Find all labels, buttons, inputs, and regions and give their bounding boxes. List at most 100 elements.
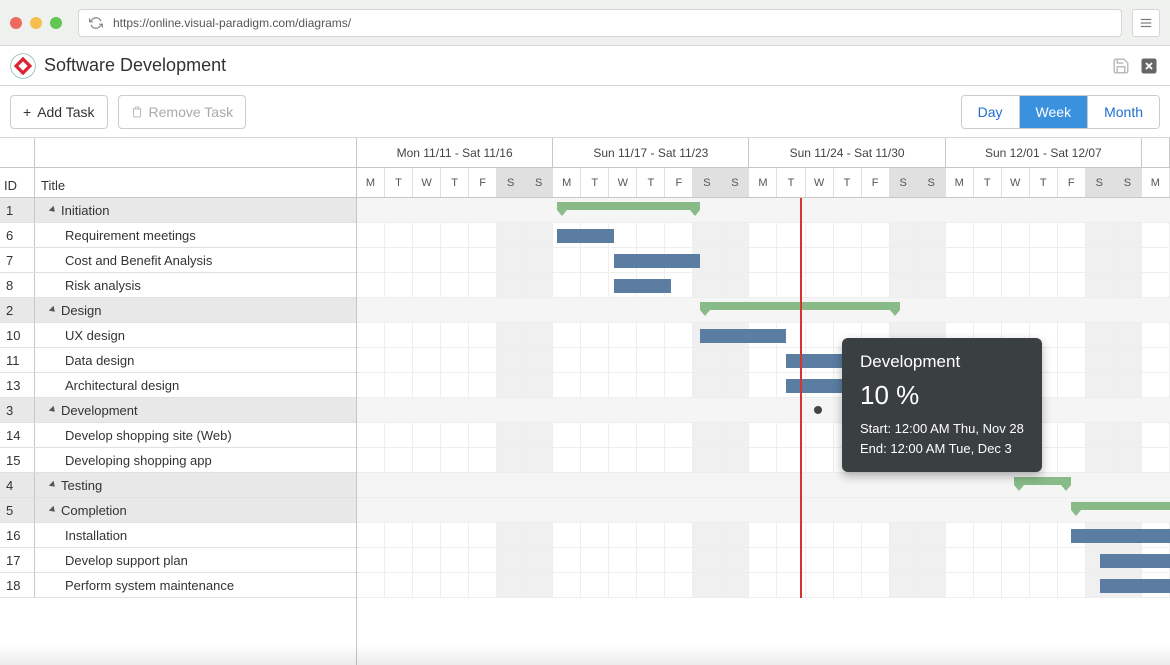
traffic-lights [10,17,62,29]
task-bar[interactable] [614,279,671,293]
day-header: S [918,168,946,197]
day-header: W [1002,168,1030,197]
group-bar[interactable] [1014,477,1071,485]
day-header: T [581,168,609,197]
timeline-row [357,473,1170,498]
task-list-panel: ID Title 1Initiation6Requirement meeting… [0,138,357,665]
task-row[interactable]: 13Architectural design [0,373,356,398]
task-title: Architectural design [35,373,356,397]
collapse-icon[interactable] [49,306,57,314]
day-header: S [890,168,918,197]
day-header: F [665,168,693,197]
main-toolbar: + Add Task Remove Task Day Week Month [0,86,1170,138]
task-rows: 1Initiation6Requirement meetings7Cost an… [0,198,356,598]
add-task-button[interactable]: + Add Task [10,95,108,129]
task-list-header: ID Title [0,168,356,198]
tooltip-end: End: 12:00 AM Tue, Dec 3 [860,439,1024,459]
task-title: Requirement meetings [35,223,356,247]
view-day-button[interactable]: Day [962,96,1019,128]
today-line [800,198,802,598]
task-row[interactable]: 5Completion [0,498,356,523]
view-week-button[interactable]: Week [1019,96,1088,128]
close-button[interactable] [1138,55,1160,77]
task-title: UX design [35,323,356,347]
week-header: Mon 11/11 - Sat 11/16 [357,138,553,167]
task-title: Completion [35,498,356,522]
task-row[interactable]: 8Risk analysis [0,273,356,298]
timeline-row [357,323,1170,348]
document-title: Software Development [44,55,1102,76]
task-list-header-top [0,138,356,168]
document-title-bar: Software Development [0,46,1170,86]
task-title: Testing [35,473,356,497]
task-row[interactable]: 2Design [0,298,356,323]
task-row[interactable]: 10UX design [0,323,356,348]
task-row[interactable]: 15Developing shopping app [0,448,356,473]
view-month-button[interactable]: Month [1087,96,1159,128]
collapse-icon[interactable] [49,406,57,414]
task-title: Develop support plan [35,548,356,572]
task-title: Installation [35,523,356,547]
timeline-panel[interactable]: Mon 11/11 - Sat 11/16Sun 11/17 - Sat 11/… [357,138,1170,665]
task-row[interactable]: 7Cost and Benefit Analysis [0,248,356,273]
group-bar[interactable] [1071,502,1170,510]
task-bar[interactable] [1100,579,1170,593]
timeline-row [357,198,1170,223]
task-bar[interactable] [786,354,843,368]
plus-icon: + [23,104,31,120]
task-bar[interactable] [700,329,786,343]
task-bar[interactable] [557,229,614,243]
task-bar[interactable] [614,254,700,268]
url-text: https://online.visual-paradigm.com/diagr… [113,16,351,30]
save-icon [1112,57,1130,75]
close-window-button[interactable] [10,17,22,29]
task-id: 5 [0,498,35,522]
milestone-dot[interactable] [814,406,822,414]
browser-menu-button[interactable] [1132,9,1160,37]
task-id: 14 [0,423,35,447]
task-id: 2 [0,298,35,322]
column-id-header: ID [0,168,35,197]
collapse-icon[interactable] [49,506,57,514]
timeline-row [357,248,1170,273]
task-row[interactable]: 17Develop support plan [0,548,356,573]
day-header: M [1142,168,1170,197]
task-row[interactable]: 1Initiation [0,198,356,223]
refresh-icon [89,16,103,30]
gantt-container: ID Title 1Initiation6Requirement meeting… [0,138,1170,665]
url-bar[interactable]: https://online.visual-paradigm.com/diagr… [78,9,1122,37]
collapse-icon[interactable] [49,206,57,214]
task-row[interactable]: 18Perform system maintenance [0,573,356,598]
timeline-row [357,398,1170,423]
day-header: F [1058,168,1086,197]
task-row[interactable]: 16Installation [0,523,356,548]
task-row[interactable]: 11Data design [0,348,356,373]
week-header: Sun 11/17 - Sat 11/23 [553,138,749,167]
minimize-window-button[interactable] [30,17,42,29]
task-id: 3 [0,398,35,422]
task-row[interactable]: 14Develop shopping site (Web) [0,423,356,448]
maximize-window-button[interactable] [50,17,62,29]
tooltip-title: Development [860,352,1024,372]
task-title: Develop shopping site (Web) [35,423,356,447]
day-header: T [441,168,469,197]
save-button[interactable] [1110,55,1132,77]
day-header: S [693,168,721,197]
timeline-row [357,348,1170,373]
task-row[interactable]: 3Development [0,398,356,423]
task-title: Developing shopping app [35,448,356,472]
task-row[interactable]: 4Testing [0,473,356,498]
collapse-icon[interactable] [49,481,57,489]
day-header: S [525,168,553,197]
day-header: F [469,168,497,197]
task-bar[interactable] [1100,554,1170,568]
timeline-row [357,548,1170,573]
task-bar[interactable] [1071,529,1170,543]
remove-task-button[interactable]: Remove Task [118,95,247,129]
task-row[interactable]: 6Requirement meetings [0,223,356,248]
task-id: 18 [0,573,35,597]
day-header: S [497,168,525,197]
add-task-label: Add Task [37,104,94,120]
group-bar[interactable] [557,202,700,210]
day-header: M [749,168,777,197]
